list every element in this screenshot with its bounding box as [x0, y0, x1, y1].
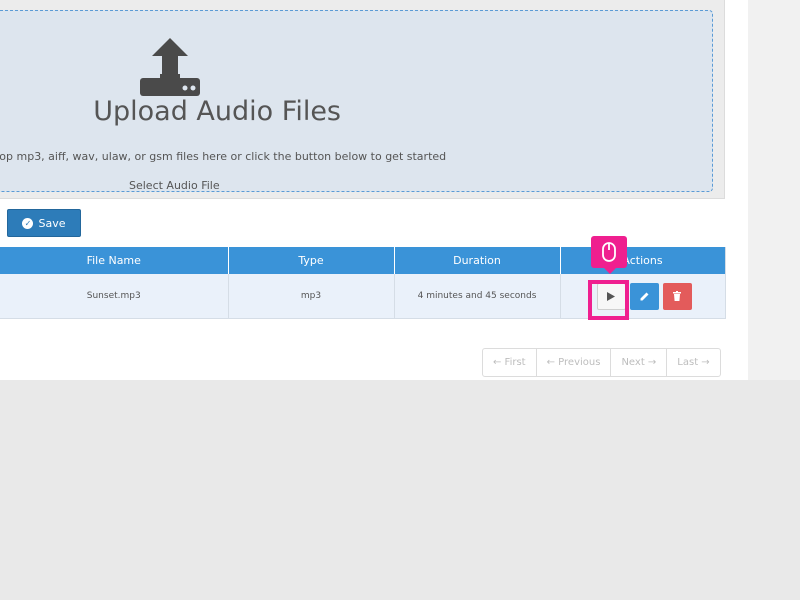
pagination-previous[interactable]: ← Previous	[537, 349, 612, 376]
play-button[interactable]	[596, 282, 626, 310]
trash-icon	[673, 291, 681, 301]
edit-button[interactable]	[629, 282, 659, 310]
pagination-last[interactable]: Last →	[667, 349, 719, 376]
main-panel: Upload Audio Files rop mp3, aiff, wav, u…	[0, 0, 748, 380]
upload-hint: rop mp3, aiff, wav, ulaw, or gsm files h…	[0, 150, 447, 163]
duration-cell: 4 minutes and 45 seconds	[394, 274, 561, 319]
mouse-icon	[602, 242, 616, 262]
pagination-next[interactable]: Next →	[611, 349, 668, 376]
upload-title: Upload Audio Files	[93, 96, 341, 127]
save-button-label: Save	[38, 216, 66, 230]
actions-cell	[560, 274, 726, 319]
table-row: Sunset.mp3 mp3 4 minutes and 45 seconds	[0, 274, 726, 319]
audio-dropzone[interactable]: Upload Audio Files rop mp3, aiff, wav, u…	[0, 10, 713, 192]
type-cell: mp3	[228, 274, 395, 319]
check-circle-icon: ✓	[22, 217, 34, 229]
delete-button[interactable]	[662, 282, 692, 310]
pagination-first[interactable]: ← First	[483, 349, 537, 376]
column-header-type[interactable]: Type	[228, 247, 395, 274]
select-audio-file-button[interactable]: Select Audio File	[129, 179, 220, 191]
column-header-file-name[interactable]: File Name	[0, 247, 229, 274]
upload-icon	[140, 38, 200, 96]
column-header-duration[interactable]: Duration	[394, 247, 561, 274]
pagination: ← First ← Previous Next → Last →	[482, 348, 721, 377]
right-gutter	[748, 0, 800, 380]
pencil-icon	[640, 292, 648, 300]
column-header-actions: Actions	[560, 247, 726, 274]
upload-section: Upload Audio Files rop mp3, aiff, wav, u…	[0, 0, 725, 199]
file-name-cell: Sunset.mp3	[0, 274, 229, 319]
click-indicator-badge	[591, 236, 627, 274]
save-button[interactable]: ✓ Save	[7, 209, 81, 237]
play-icon	[607, 291, 615, 301]
